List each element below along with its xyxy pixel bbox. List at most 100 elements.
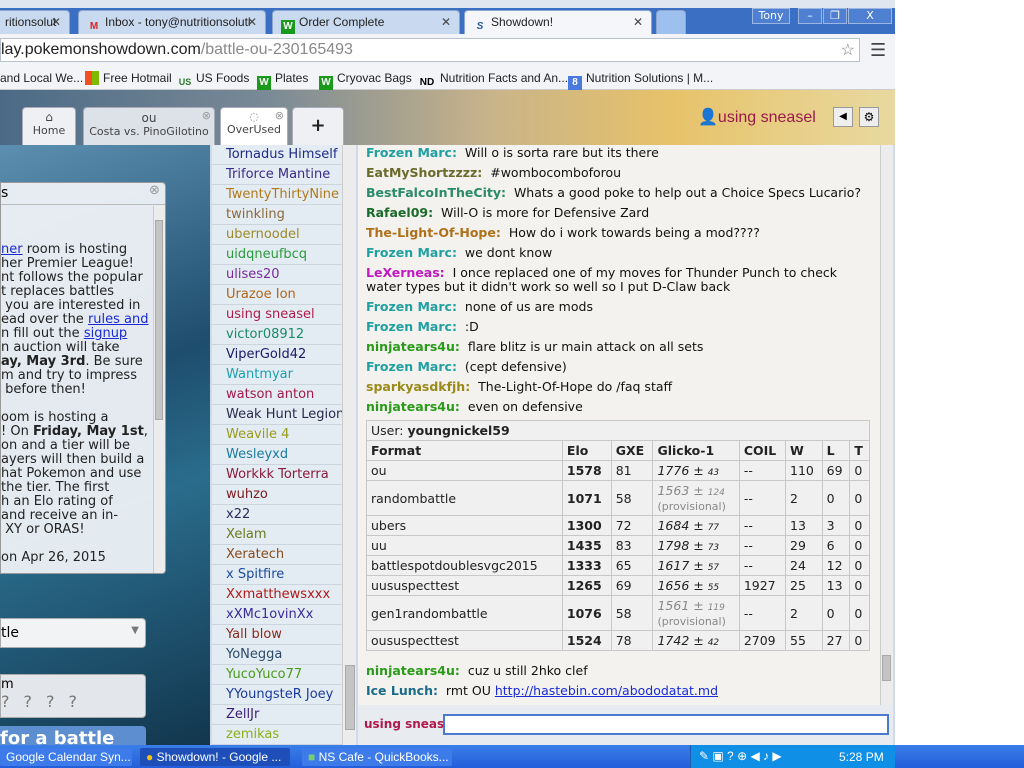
- glicko-deviation: 57: [707, 563, 720, 573]
- userlist-item[interactable]: ZellJr: [212, 705, 342, 725]
- userlist-item[interactable]: Wantmyar: [212, 365, 342, 385]
- tab-home[interactable]: ⌂ Home: [22, 107, 76, 145]
- taskbar-item[interactable]: ■ NS Cafe - QuickBooks...: [302, 748, 452, 766]
- userlist-item[interactable]: xXMc1ovinXx: [212, 605, 342, 625]
- userlist-item[interactable]: watson anton: [212, 385, 342, 405]
- chat-username[interactable]: Frozen Marc:: [366, 145, 457, 160]
- close-tab-icon[interactable]: ✕: [633, 15, 643, 29]
- userlist-item[interactable]: Triforce Mantine: [212, 165, 342, 185]
- close-tab-icon[interactable]: ✕: [441, 15, 451, 29]
- menu-icon[interactable]: ☰: [870, 40, 886, 61]
- tab-battle[interactable]: ou Costa vs. PinoGilotino ⊗: [83, 107, 215, 145]
- new-tab-button[interactable]: [656, 10, 686, 34]
- userlist-item[interactable]: using sneasel: [212, 305, 342, 325]
- chat-scrollbar[interactable]: [880, 145, 893, 705]
- chat-username[interactable]: EatMyShortzzzz:: [366, 165, 482, 180]
- chat-message: Frozen Marc: :D: [366, 320, 479, 334]
- chat-username[interactable]: Frozen Marc:: [366, 319, 457, 334]
- chat-username[interactable]: BestFalcoInTheCity:: [366, 185, 506, 200]
- close-icon[interactable]: ⊗: [149, 184, 160, 198]
- cell-t: 0: [854, 538, 863, 553]
- cell-coil: 1927: [743, 578, 776, 593]
- taskbar-item[interactable]: Google Calendar Syn...: [0, 748, 132, 766]
- w-icon: W: [319, 76, 333, 90]
- close-window-button[interactable]: X: [848, 8, 892, 24]
- chat-username[interactable]: LeXerneas:: [366, 265, 445, 280]
- tray-icons[interactable]: ✎ ▣ ? ⊕ ◀ ♪ ▶: [699, 749, 782, 763]
- bookmark[interactable]: ND Nutrition Facts and An...: [418, 71, 568, 90]
- userlist-item[interactable]: zemikas: [212, 725, 342, 745]
- unknown-pokemon-icons: ????: [1, 692, 91, 711]
- bookmark[interactable]: and Local We...: [0, 71, 83, 85]
- userlist-item[interactable]: Yall blow: [212, 625, 342, 645]
- minimize-button[interactable]: –: [798, 8, 822, 24]
- userlist-item[interactable]: YoNegga: [212, 645, 342, 665]
- userlist-item[interactable]: Workkk Torterra: [212, 465, 342, 485]
- user-button[interactable]: 👤using sneasel: [698, 107, 816, 127]
- maximize-button[interactable]: ❐: [823, 8, 847, 24]
- userlist-scrollbar[interactable]: [342, 145, 356, 745]
- userlist-item[interactable]: twinkling: [212, 205, 342, 225]
- chat-input[interactable]: [443, 714, 889, 735]
- browser-tab-active[interactable]: S Showdown! ✕: [464, 10, 652, 34]
- chat-username[interactable]: ninjatears4u:: [366, 399, 460, 414]
- close-tab-icon[interactable]: ⊗: [202, 109, 211, 122]
- bookmark-star-icon[interactable]: ☆: [841, 40, 855, 60]
- browser-tab[interactable]: W Order Complete ✕: [272, 10, 460, 34]
- userlist-item[interactable]: x Spitfire: [212, 565, 342, 585]
- chat-username[interactable]: Frozen Marc:: [366, 245, 457, 260]
- chat-username[interactable]: ninjatears4u:: [366, 339, 460, 354]
- userlist-item[interactable]: ViperGold42: [212, 345, 342, 365]
- userlist-item[interactable]: Urazoe Ion: [212, 285, 342, 305]
- userlist-item[interactable]: Wesleyxd: [212, 445, 342, 465]
- chat-username[interactable]: Frozen Marc:: [366, 359, 457, 374]
- windows-taskbar: Google Calendar Syn... ● Showdown! - Goo…: [0, 745, 1024, 768]
- signup-link[interactable]: signup: [84, 326, 127, 341]
- bookmark[interactable]: 8 Nutrition Solutions | M...: [568, 71, 713, 90]
- find-battle-button[interactable]: for a battle: [0, 726, 146, 746]
- rules-link[interactable]: rules and: [88, 312, 149, 327]
- userlist-item[interactable]: victor08912: [212, 325, 342, 345]
- userlist-item[interactable]: Xeratech: [212, 545, 342, 565]
- chat-username[interactable]: Ice Lunch:: [366, 683, 438, 698]
- userlist-item[interactable]: Weavile 4: [212, 425, 342, 445]
- userlist-item[interactable]: ulises20: [212, 265, 342, 285]
- new-room-button[interactable]: +: [292, 107, 344, 145]
- bookmark[interactable]: W Plates: [257, 71, 308, 90]
- userlist-item[interactable]: Tornadus Himself: [212, 145, 342, 165]
- close-tab-icon[interactable]: ⊗: [275, 109, 284, 122]
- profile-button[interactable]: Tony: [752, 8, 790, 24]
- chat-username[interactable]: sparkyasdkfjh:: [366, 379, 470, 394]
- news-scrollbar[interactable]: [153, 206, 165, 573]
- news-link[interactable]: ner: [1, 243, 23, 257]
- userlist-item[interactable]: TwentyThirtyNine: [212, 185, 342, 205]
- close-tab-icon[interactable]: ✕: [51, 15, 61, 29]
- chat-username[interactable]: The-Light-Of-Hope:: [366, 225, 501, 240]
- userlist-item[interactable]: uidqneufbcq: [212, 245, 342, 265]
- browser-tab[interactable]: ritionsolut ✕: [0, 10, 70, 34]
- userlist-item[interactable]: Xelam: [212, 525, 342, 545]
- team-select[interactable]: m????: [0, 674, 146, 718]
- url-input[interactable]: lay.pokemonshowdown.com/battle-ou-230165…: [0, 38, 860, 62]
- userlist-item[interactable]: YYoungsteR Joey: [212, 685, 342, 705]
- browser-tab[interactable]: M Inbox - tony@nutritionsoluti ✕: [78, 10, 266, 34]
- userlist-item[interactable]: x22: [212, 505, 342, 525]
- userlist-item[interactable]: Xxmatthewsxxx: [212, 585, 342, 605]
- bookmark[interactable]: Free Hotmail: [85, 71, 172, 85]
- tab-room-overused[interactable]: ◌ OverUsed ⊗: [220, 107, 288, 145]
- settings-gear-icon[interactable]: ⚙: [859, 107, 879, 127]
- sound-button[interactable]: ◀: [833, 107, 853, 127]
- chat-link[interactable]: http://hastebin.com/abododatat.md: [495, 683, 718, 698]
- close-tab-icon[interactable]: ✕: [247, 15, 257, 29]
- userlist-item[interactable]: YucoYuco77: [212, 665, 342, 685]
- chat-username[interactable]: Rafael09:: [366, 205, 433, 220]
- bookmark[interactable]: US US Foods: [178, 71, 250, 89]
- userlist-item[interactable]: wuhzo: [212, 485, 342, 505]
- chat-username[interactable]: ninjatears4u:: [366, 663, 460, 678]
- userlist-item[interactable]: ubernoodel: [212, 225, 342, 245]
- format-select[interactable]: tle ▼: [0, 618, 146, 648]
- taskbar-item-active[interactable]: ● Showdown! - Google ...: [140, 748, 290, 766]
- userlist-item[interactable]: Weak Hunt Legion: [212, 405, 342, 425]
- chat-username[interactable]: Frozen Marc:: [366, 299, 457, 314]
- bookmark[interactable]: W Cryovac Bags: [319, 71, 412, 90]
